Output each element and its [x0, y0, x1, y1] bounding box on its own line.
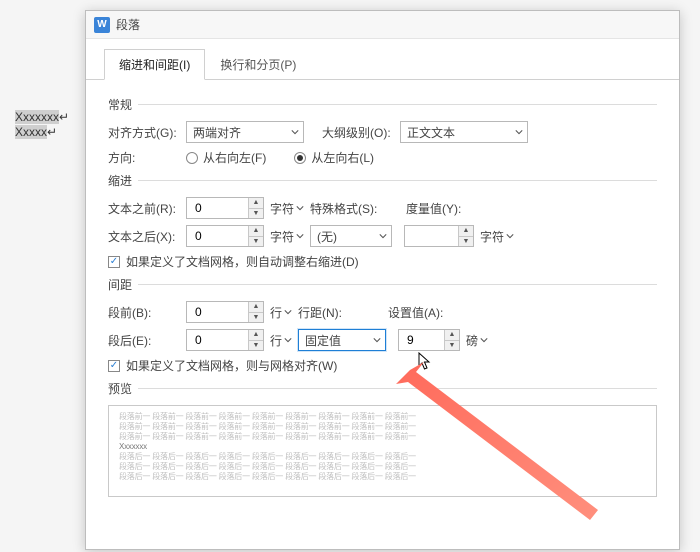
label-set-value: 设置值(A): [388, 304, 458, 321]
unit-char-dropdown[interactable]: 字符 [480, 228, 514, 245]
checkbox-auto-adjust-indent-label: 如果定义了文档网格，则自动调整右缩进(D) [126, 253, 359, 270]
label-space-before: 段前(B): [108, 304, 186, 321]
label-space-after: 段后(E): [108, 332, 186, 349]
chevron-down-icon [296, 204, 304, 212]
measure-value-spinner[interactable]: ▲▼ [404, 225, 474, 247]
chevron-down-icon [284, 336, 292, 344]
outline-level-combo[interactable]: 正文文本 [400, 121, 528, 143]
section-preview: 预览 [108, 380, 657, 397]
space-after-spinner[interactable]: ▲▼ [186, 329, 264, 351]
label-indent-before: 文本之前(R): [108, 200, 186, 217]
spin-up-icon[interactable]: ▲ [249, 226, 263, 237]
spin-down-icon[interactable]: ▼ [459, 237, 473, 247]
checkbox-snap-to-grid[interactable]: ✓ [108, 360, 120, 372]
preview-box: 段落前一 段落前一 段落前一 段落前一 段落前一 段落前一 段落前一 段落前一 … [108, 405, 657, 497]
radio-rtl-label: 从右向左(F) [203, 149, 266, 166]
chevron-down-icon [480, 336, 488, 344]
section-indent: 缩进 [108, 172, 657, 189]
section-general: 常规 [108, 96, 657, 113]
spin-down-icon[interactable]: ▼ [445, 341, 459, 351]
app-icon: W [94, 17, 110, 33]
chevron-down-icon [284, 308, 292, 316]
label-direction: 方向: [108, 149, 186, 166]
indent-after-spinner[interactable]: ▲▼ [186, 225, 264, 247]
chevron-down-icon [506, 232, 514, 240]
set-value-spinner[interactable]: ▲▼ [398, 329, 460, 351]
radio-ltr-label: 从左向右(L) [311, 149, 374, 166]
spin-up-icon[interactable]: ▲ [459, 226, 473, 237]
label-special-format: 特殊格式(S): [310, 200, 388, 217]
unit-line-dropdown[interactable]: 行 [270, 304, 292, 321]
unit-line-dropdown[interactable]: 行 [270, 332, 292, 349]
indent-before-spinner[interactable]: ▲▼ [186, 197, 264, 219]
cursor-icon [418, 352, 432, 372]
space-before-spinner[interactable]: ▲▼ [186, 301, 264, 323]
dialog-titlebar[interactable]: W 段落 [86, 11, 679, 39]
label-outline-level: 大纲级别(O): [322, 124, 400, 141]
spin-up-icon[interactable]: ▲ [445, 330, 459, 341]
spin-down-icon[interactable]: ▼ [249, 209, 263, 219]
background-document-text: Xxxxxxx↵ Xxxxx↵ [15, 110, 69, 140]
spin-down-icon[interactable]: ▼ [249, 313, 263, 323]
alignment-combo[interactable]: 两端对齐 [186, 121, 304, 143]
radio-rtl[interactable] [186, 152, 198, 164]
section-spacing: 间距 [108, 276, 657, 293]
tab-line-page-breaks[interactable]: 换行和分页(P) [205, 49, 311, 79]
dialog-tabs: 缩进和间距(I) 换行和分页(P) [86, 39, 679, 80]
spin-down-icon[interactable]: ▼ [249, 341, 263, 351]
line-spacing-combo[interactable]: 固定值 [298, 329, 386, 351]
spin-down-icon[interactable]: ▼ [249, 237, 263, 247]
unit-point-dropdown[interactable]: 磅 [466, 332, 488, 349]
chevron-down-icon [291, 128, 299, 136]
radio-ltr[interactable] [294, 152, 306, 164]
checkbox-snap-to-grid-label: 如果定义了文档网格，则与网格对齐(W) [126, 357, 337, 374]
unit-char-dropdown[interactable]: 字符 [270, 228, 304, 245]
label-alignment: 对齐方式(G): [108, 124, 186, 141]
label-line-spacing: 行距(N): [298, 304, 358, 321]
special-format-combo[interactable]: (无) [310, 225, 392, 247]
dialog-title: 段落 [116, 16, 140, 33]
label-indent-after: 文本之后(X): [108, 228, 186, 245]
label-measure-value: 度量值(Y): [406, 200, 476, 217]
spin-up-icon[interactable]: ▲ [249, 330, 263, 341]
chevron-down-icon [379, 232, 387, 240]
tab-indent-spacing[interactable]: 缩进和间距(I) [104, 49, 205, 80]
chevron-down-icon [373, 336, 381, 344]
spin-up-icon[interactable]: ▲ [249, 198, 263, 209]
paragraph-dialog: W 段落 缩进和间距(I) 换行和分页(P) 常规 对齐方式(G): 两端对齐 … [85, 10, 680, 550]
chevron-down-icon [296, 232, 304, 240]
chevron-down-icon [515, 128, 523, 136]
checkbox-auto-adjust-indent[interactable]: ✓ [108, 256, 120, 268]
spin-up-icon[interactable]: ▲ [249, 302, 263, 313]
unit-char-dropdown[interactable]: 字符 [270, 200, 304, 217]
